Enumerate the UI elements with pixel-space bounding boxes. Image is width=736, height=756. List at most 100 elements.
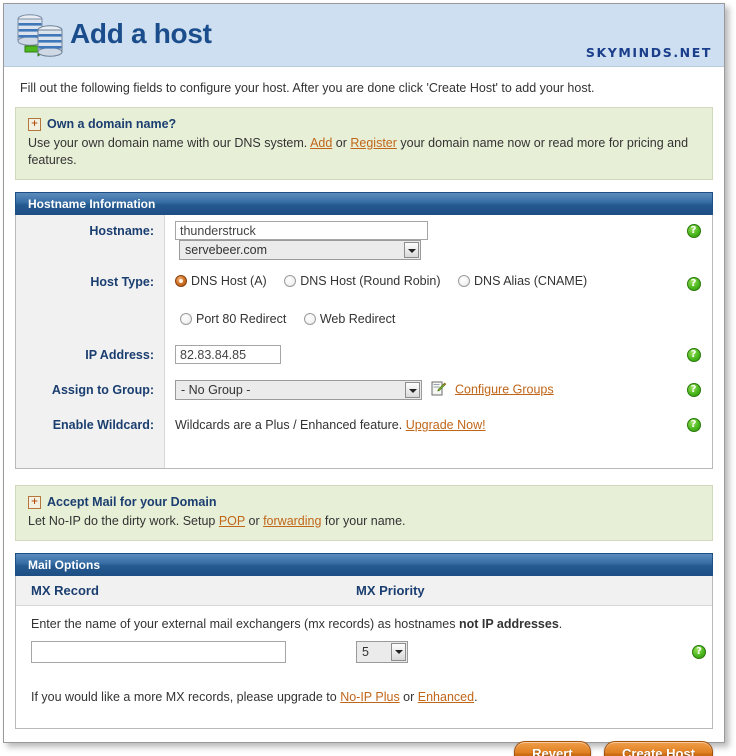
ip-address-field-cell [165,336,676,371]
expand-plus-icon[interactable]: + [28,117,41,131]
hostname-help-cell [675,215,712,266]
ip-address-input[interactable] [175,345,281,364]
hostname-form-table: Hostname: servebeer.com Host Type: [16,215,712,468]
enable-wildcard-field-cell: Wildcards are a Plus / Enhanced feature.… [165,406,676,468]
upgrade-now-link[interactable]: Upgrade Now! [406,418,486,432]
hostname-label: Hostname: [16,215,165,266]
radio-port-80-redirect[interactable]: Port 80 Redirect [180,312,286,326]
row-host-type: Host Type: DNS Host (A) DNS Host (Round … [16,266,712,298]
radio-dns-alias-cname-indicator[interactable] [458,275,471,287]
ip-address-label: IP Address: [16,336,165,371]
assign-group-field-cell: - No Group - Configure Groups [165,371,676,406]
radio-web-redirect[interactable]: Web Redirect [303,312,396,326]
enable-wildcard-help-cell [675,406,712,468]
revert-button[interactable]: Revert [514,741,591,756]
accept-mail-body-part1: Let No-IP do the dirty work. Setup [28,514,219,528]
host-type-options-cell-2: Port 80 Redirect Web Redirect [165,298,676,336]
mx-upgrade-text: If you would like a more MX records, ple… [31,690,697,704]
row-enable-wildcard: Enable Wildcard: Wildcards are a Plus / … [16,406,712,468]
host-type-label-spacer [16,298,165,336]
domain-select[interactable]: servebeer.com [179,240,421,260]
mx-column-headers: MX Record MX Priority [16,576,712,606]
register-domain-link[interactable]: Register [350,136,397,150]
accept-mail-notice-body: Let No-IP do the dirty work. Setup POP o… [28,513,700,530]
mx-body: Enter the name of your external mail exc… [16,606,712,728]
mx-entry-row: 5 [31,641,706,665]
row-ip-address: IP Address: [16,336,712,371]
own-domain-notice: + Own a domain name? Use your own domain… [15,107,713,180]
mx-priority-column-header: MX Priority [356,583,425,598]
accept-mail-body-part2: for your name. [321,514,406,528]
add-domain-link[interactable]: Add [310,136,332,150]
mail-panel-header: Mail Options [15,553,713,576]
expand-plus-icon[interactable]: + [28,495,41,509]
assign-group-select[interactable]: - No Group - [175,380,422,400]
mx-record-input[interactable] [31,641,286,663]
radio-web-redirect-label: Web Redirect [319,312,396,326]
help-question-icon[interactable] [686,418,701,432]
help-question-icon[interactable] [686,348,701,362]
page-title: Add a host [70,18,212,49]
own-domain-notice-body: Use your own domain name with our DNS sy… [28,135,700,169]
mail-panel-heading: Mail Options [28,558,100,572]
ip-address-help-cell [675,336,712,371]
radio-port-80-redirect-indicator[interactable] [180,313,192,325]
row-assign-group: Assign to Group: - No Group - Configure … [16,371,712,406]
site-brand-logo: SKYMINDS.NET [585,45,712,60]
chevron-down-icon[interactable] [391,643,406,661]
radio-web-redirect-indicator[interactable] [303,313,316,325]
own-domain-title-text: Own a domain name? [47,117,177,131]
window-frame: Add a host SKYMINDS.NET Fill out the fol… [3,3,725,756]
enable-wildcard-text: Wildcards are a Plus / Enhanced feature. [175,418,406,432]
host-type-help-cell [675,266,712,298]
hostname-input[interactable] [175,221,428,240]
radio-dns-host-round-robin-indicator[interactable] [284,275,297,287]
footer-button-bar: Revert Create Host [15,729,713,756]
mail-options-panel: MX Record MX Priority Enter the name of … [15,576,713,729]
radio-dns-alias-cname-label: DNS Alias (CNAME) [474,274,588,288]
radio-dns-host-round-robin-label: DNS Host (Round Robin) [300,274,441,288]
assign-group-help-cell [675,371,712,406]
page-header: Add a host SKYMINDS.NET [4,4,724,67]
mx-instruction-part2: . [558,617,563,631]
radio-dns-host-a-label: DNS Host (A) [191,274,267,288]
pop-link[interactable]: POP [219,514,245,528]
accept-mail-notice-title: + Accept Mail for your Domain [28,495,700,509]
host-type-options-cell: DNS Host (A) DNS Host (Round Robin) DNS … [165,266,676,298]
intro-text: Fill out the following fields to configu… [20,81,595,95]
enhanced-link[interactable]: Enhanced [418,690,474,704]
create-host-button[interactable]: Create Host [604,741,713,756]
mx-upgrade-part1: If you would like a more MX records, ple… [31,690,341,704]
mx-record-column-header: MX Record [31,583,99,598]
own-domain-body-part1: Use your own domain name with our DNS sy… [28,136,311,150]
chevron-down-icon[interactable] [405,382,420,398]
radio-dns-alias-cname[interactable]: DNS Alias (CNAME) [458,274,587,288]
server-transfer-icon [14,12,66,60]
hostname-panel-heading: Hostname Information [28,197,156,211]
help-question-icon[interactable] [686,224,701,238]
chevron-down-icon[interactable] [404,242,419,258]
mx-upgrade-part2: . [474,690,478,704]
hostname-field-cell: servebeer.com [165,215,676,266]
noip-plus-link[interactable]: No-IP Plus [340,690,400,704]
mx-instruction: Enter the name of your external mail exc… [31,617,697,631]
host-type-label: Host Type: [16,266,165,298]
mx-upgrade-or: or [399,690,418,704]
help-question-icon[interactable] [686,383,701,397]
help-question-icon[interactable] [686,277,701,291]
domain-select-value: servebeer.com [185,243,267,257]
accept-mail-notice: + Accept Mail for your Domain Let No-IP … [15,485,713,541]
edit-pencil-icon[interactable] [431,381,447,396]
assign-group-label: Assign to Group: [16,371,165,406]
help-question-icon[interactable] [692,645,706,659]
host-type-help-cell-2 [675,298,712,336]
radio-dns-host-a[interactable]: DNS Host (A) [175,274,267,288]
configure-groups-link[interactable]: Configure Groups [455,382,554,396]
mx-priority-select[interactable]: 5 [356,641,408,663]
accept-mail-or: or [245,514,264,528]
mx-priority-select-value: 5 [362,645,369,659]
radio-dns-host-a-indicator[interactable] [175,275,187,287]
forwarding-link[interactable]: forwarding [263,514,321,528]
hostname-panel-header: Hostname Information [15,192,713,215]
radio-dns-host-round-robin[interactable]: DNS Host (Round Robin) [284,274,441,288]
